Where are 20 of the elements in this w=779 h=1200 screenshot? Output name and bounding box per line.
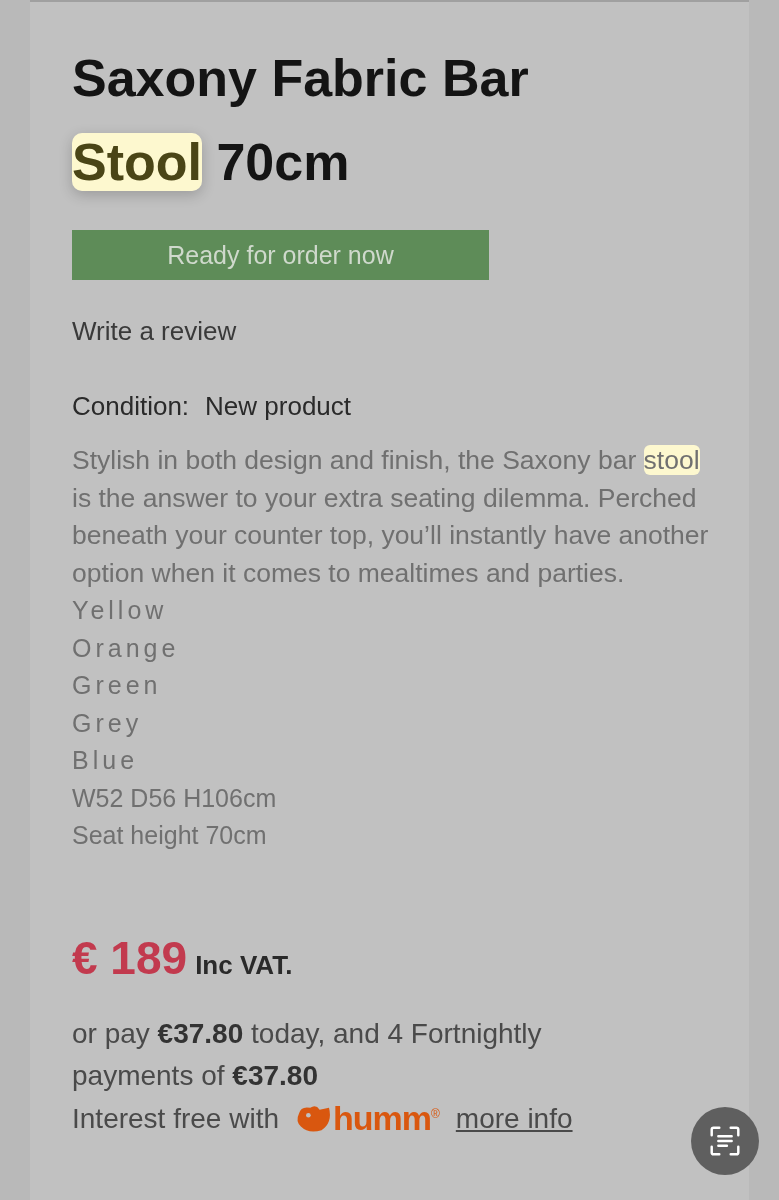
more-info-link[interactable]: more info — [455, 1102, 573, 1135]
product-description: Stylish in both design and finish, the Saxony bar stool is the answer to your extra seating dilemma. Perched beneath your counter top, you’ll instantly have another option when it comes to mealtimes and parties. — [72, 444, 710, 590]
bird-icon — [295, 1103, 333, 1134]
humm-logo: humm® — [295, 1099, 440, 1138]
condition-label: Condition: — [72, 391, 190, 422]
colour-option: Yellow — [72, 592, 168, 630]
colour-option: Blue — [72, 742, 139, 780]
write-review-link[interactable]: Write a review — [72, 316, 237, 347]
colour-option: Orange — [72, 629, 180, 667]
colour-option: Grey — [72, 704, 143, 742]
spec-line: W52 D56 H106cm — [72, 782, 277, 814]
spec-line: Seat height 70cm — [72, 820, 267, 851]
price: € 189 — [72, 930, 188, 985]
condition-value: New product — [205, 391, 352, 422]
colour-option: Green — [72, 667, 162, 705]
product-title: Saxony Fabric Bar Stool 70cm — [72, 48, 530, 193]
vat-note: Inc VAT. — [195, 949, 293, 981]
interest-free-text: Interest free with — [72, 1102, 279, 1135]
instalment-text: or pay €37.80 today, and 4 Fortnightly payments of €37.80 — [72, 1016, 543, 1093]
availability-banner: Ready for order now — [72, 230, 489, 280]
